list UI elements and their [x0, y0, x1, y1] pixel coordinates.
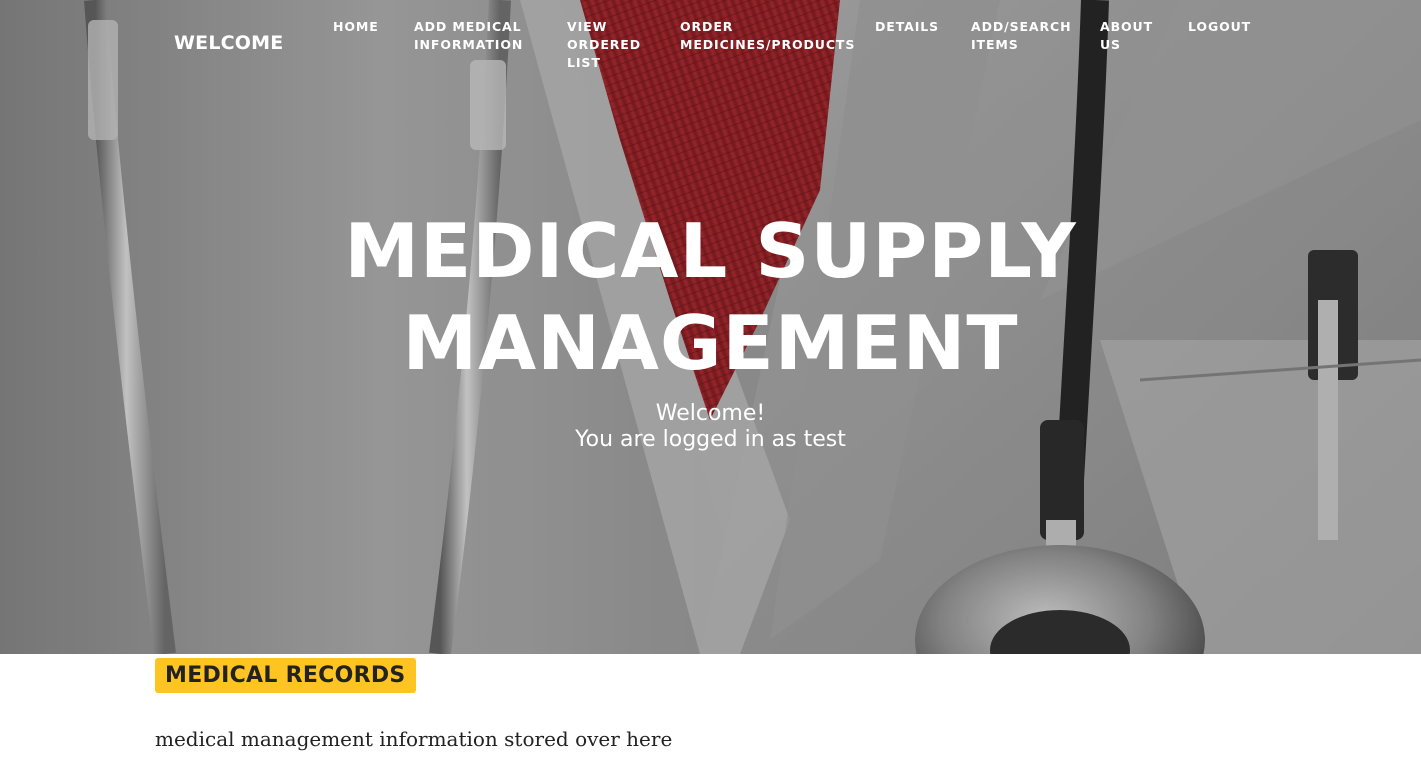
page-title-line2: MANAGEMENT [402, 299, 1019, 387]
page-title-line1: MEDICAL SUPPLY [344, 207, 1077, 295]
nav-details-label: DETAILS [875, 19, 940, 34]
nav-logout[interactable]: LOGOUT [1188, 18, 1251, 36]
welcome-message: Welcome! [655, 401, 766, 426]
nav-add-search-items-line2: ITEMS [971, 37, 1019, 52]
medical-records-section: MEDICAL RECORDS medical management infor… [0, 654, 1421, 757]
nav-about-us[interactable]: ABOUT US [1100, 18, 1153, 54]
nav-view-ordered-list-line2: ORDERED [567, 37, 642, 52]
nav-add-search-items-line1: ADD/SEARCH [971, 19, 1072, 34]
hero-section: WELCOME HOME ADD MEDICAL INFORMATION VIE… [0, 0, 1421, 654]
nav-order-medicines-products-line1: ORDER [680, 19, 734, 34]
nav-add-medical-information-line1: ADD MEDICAL [414, 19, 522, 34]
nav-home-label: HOME [333, 19, 379, 34]
medical-records-heading: MEDICAL RECORDS [155, 658, 416, 693]
nav-add-medical-information-line2: INFORMATION [414, 37, 524, 52]
nav-view-ordered-list-line3: LIST [567, 55, 601, 70]
nav-add-search-items[interactable]: ADD/SEARCH ITEMS [971, 18, 1071, 54]
logged-in-message: You are logged in as test [575, 427, 846, 452]
nav-order-medicines-products-line2: MEDICINES/PRODUCTS [680, 37, 856, 52]
nav-view-ordered-list-line1: VIEW [567, 19, 608, 34]
nav-about-us-line1: ABOUT [1100, 19, 1154, 34]
page-title: MEDICAL SUPPLY MANAGEMENT [0, 205, 1421, 389]
medical-records-description: medical management information stored ov… [155, 727, 673, 751]
nav-home[interactable]: HOME [333, 18, 379, 36]
nav-view-ordered-list[interactable]: VIEW ORDERED LIST [567, 18, 641, 72]
nav-logout-label: LOGOUT [1188, 19, 1252, 34]
nav-about-us-line2: US [1100, 37, 1121, 52]
top-navbar: WELCOME HOME ADD MEDICAL INFORMATION VIE… [0, 0, 1421, 80]
nav-add-medical-information[interactable]: ADD MEDICAL INFORMATION [414, 18, 523, 54]
brand-welcome[interactable]: WELCOME [174, 32, 283, 54]
nav-details[interactable]: DETAILS [875, 18, 939, 36]
nav-order-medicines-products[interactable]: ORDER MEDICINES/PRODUCTS [680, 18, 855, 54]
